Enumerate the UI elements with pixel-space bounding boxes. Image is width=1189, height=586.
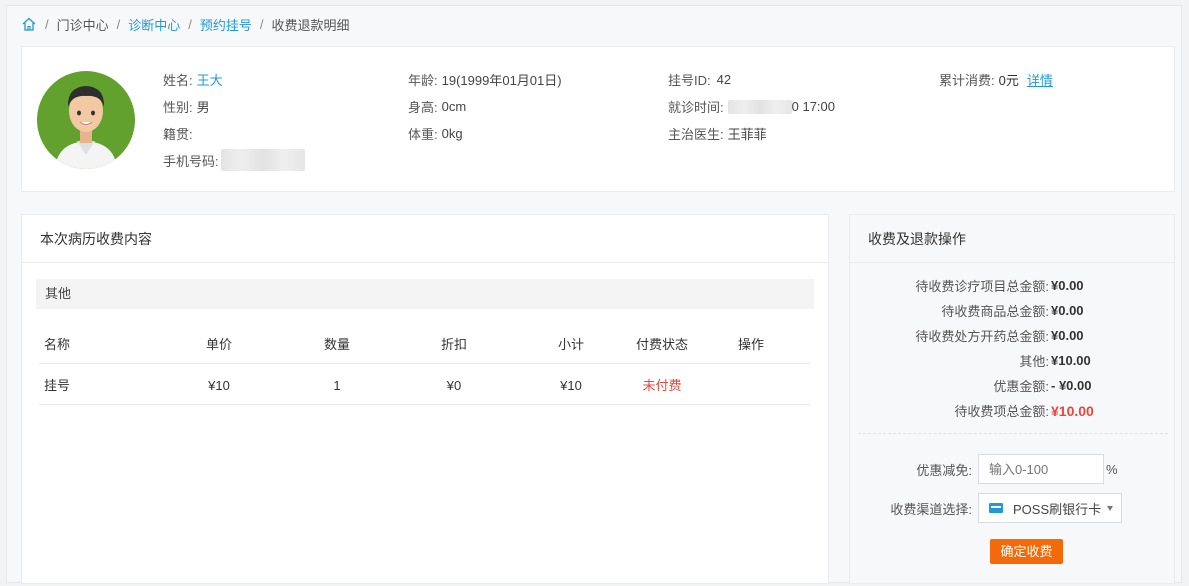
breadcrumb-current: 收费退款明细 <box>271 17 350 33</box>
patient-phone: 手机号码: <box>163 149 305 171</box>
fee-content-panel: 本次病历收费内容 其他 名称 单价 数量 折扣 小计 付费状态 操作 挂号 ¥1… <box>21 214 829 584</box>
total-spent: 累计消费: 0元 详情 <box>939 70 1053 89</box>
row-pay-status: 未付费 <box>642 378 682 393</box>
row-price: ¥10 <box>208 378 230 393</box>
summary-prescription-total: 待收费处方开药总金额: ¥0.00 <box>915 328 1084 344</box>
breadcrumb-separator: / <box>45 16 49 32</box>
summary-treatment-total: 待收费诊疗项目总金额: ¥0.00 <box>915 278 1084 294</box>
patient-age: 年龄: 19(1999年01月01日) <box>408 73 562 88</box>
fee-table-header: 名称 单价 数量 折扣 小计 付费状态 操作 <box>39 326 811 364</box>
payment-channel-select[interactable]: POSS刷银行卡 <box>978 493 1122 523</box>
confirm-charge-button[interactable]: 确定收费 <box>990 539 1063 564</box>
summary-other: 其他: ¥10.00 <box>1019 353 1091 369</box>
breadcrumb-separator: / <box>188 16 192 32</box>
row-subtotal: ¥10 <box>560 378 582 393</box>
discount-input[interactable] <box>978 454 1104 484</box>
breadcrumb-diagnosis-center[interactable]: 诊断中心 <box>128 15 180 34</box>
column-discount: 折扣 <box>440 337 467 352</box>
column-subtotal: 小计 <box>557 337 584 352</box>
patient-gender: 性别: 男 <box>163 100 210 115</box>
discount-row: 优惠减免: % <box>850 454 1174 484</box>
breadcrumb: / 门诊中心 / 诊断中心 / 预约挂号 / 收费退款明细 <box>21 14 350 34</box>
chevron-down-icon <box>1107 506 1113 511</box>
attending-doctor: 主治医生: 王菲菲 <box>668 127 767 142</box>
breadcrumb-outpatient-center[interactable]: 门诊中心 <box>57 15 109 34</box>
row-qty: 1 <box>333 378 341 393</box>
column-qty: 数量 <box>323 337 350 352</box>
patient-info-card: 姓名: 王大 性别: 男 籍贯: 手机号码: 年龄: 19(1999年01月01… <box>21 46 1175 192</box>
visit-date-redacted <box>727 99 792 114</box>
table-row: 挂号 ¥10 1 ¥0 ¥10 未付费 <box>39 367 811 405</box>
page-container: / 门诊中心 / 诊断中心 / 预约挂号 / 收费退款明细 姓名: 王大 性别:… <box>6 5 1182 584</box>
divider <box>858 433 1168 434</box>
detail-link[interactable]: 详情 <box>1027 70 1053 89</box>
summary-discount: 优惠金额: - ¥0.00 <box>993 378 1092 394</box>
doctor-avatar-icon <box>55 86 117 169</box>
column-price: 单价 <box>205 337 232 352</box>
patient-native-place: 籍贯: <box>163 127 193 142</box>
breadcrumb-separator: / <box>116 16 121 32</box>
breadcrumb-appointment[interactable]: 预约挂号 <box>200 15 252 34</box>
patient-weight: 体重: 0kg <box>408 126 463 142</box>
charge-refund-panel: 收费及退款操作 待收费诊疗项目总金额: ¥0.00 待收费商品总金额: ¥0.0… <box>849 214 1175 584</box>
breadcrumb-separator: / <box>259 16 264 32</box>
summary-grand-total: 待收费项总金额: ¥10.00 <box>954 402 1094 420</box>
home-icon[interactable] <box>21 16 37 32</box>
column-name: 名称 <box>44 337 71 352</box>
fee-content-title: 本次病历收费内容 <box>22 215 828 263</box>
percent-unit: % <box>1106 461 1118 477</box>
charge-refund-title: 收费及退款操作 <box>850 215 1174 263</box>
patient-height: 身高: 0cm <box>408 99 467 115</box>
patient-avatar <box>37 71 135 169</box>
summary-goods-total: 待收费商品总金额: ¥0.00 <box>941 303 1084 319</box>
payment-channel-value: POSS刷银行卡 <box>1013 501 1102 517</box>
bank-card-icon <box>989 503 1003 513</box>
column-operation: 操作 <box>737 337 764 352</box>
registration-id: 挂号ID: 42 <box>668 72 732 88</box>
visit-time: 就诊时间: 0 17:00 <box>668 99 835 115</box>
channel-row: 收费渠道选择: POSS刷银行卡 <box>850 493 1174 523</box>
patient-name-value[interactable]: 王大 <box>197 70 223 89</box>
column-pay-status: 付费状态 <box>635 337 688 352</box>
fee-group-other: 其他 <box>36 279 814 309</box>
row-discount: ¥0 <box>446 378 462 393</box>
phone-redacted <box>220 149 305 171</box>
patient-name: 姓名: 王大 <box>163 70 223 89</box>
row-name: 挂号 <box>44 378 71 393</box>
